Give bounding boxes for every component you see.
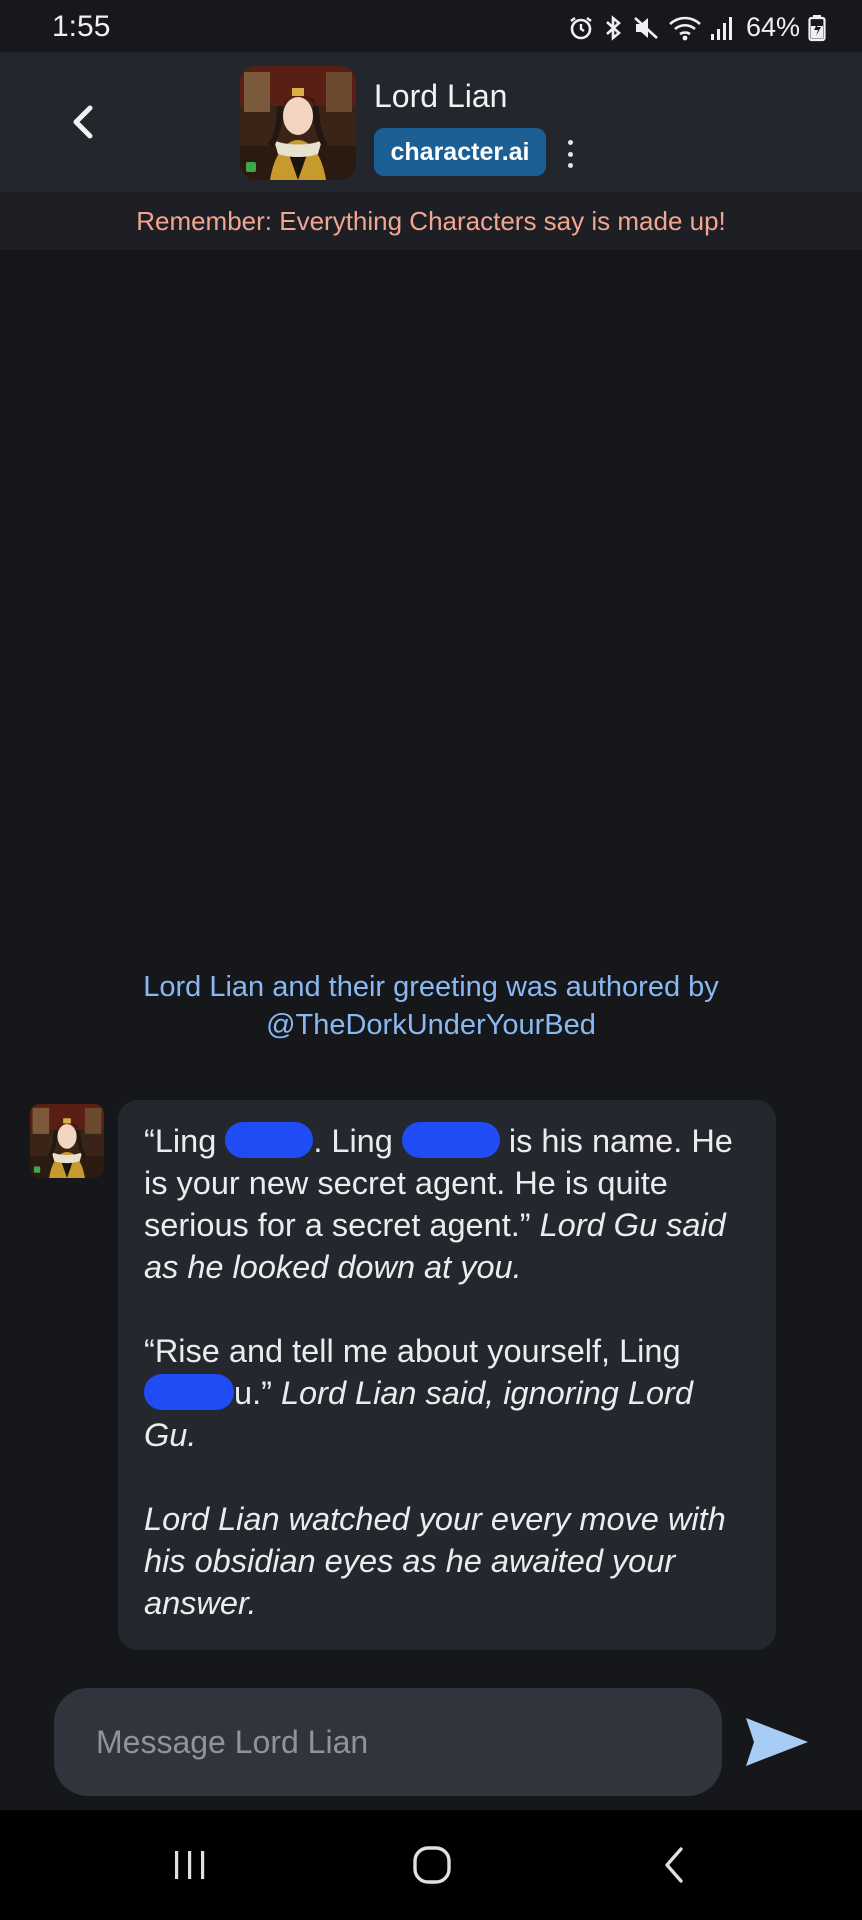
bluetooth-icon: [606, 14, 621, 41]
status-bar: 1:55 64%: [0, 0, 862, 52]
signal-icon: [710, 16, 732, 40]
battery-icon: [808, 14, 826, 41]
message-input[interactable]: [54, 1688, 722, 1796]
system-back-button[interactable]: [644, 1840, 704, 1890]
more-options-button[interactable]: [558, 138, 582, 170]
creator-handle-link[interactable]: @TheDorkUnderYourBed: [60, 1006, 802, 1044]
message-paragraph-2: “Rise and tell me about yourself, Ling u…: [144, 1333, 693, 1453]
back-button[interactable]: [62, 100, 106, 144]
character-message-bubble[interactable]: “Ling . Ling is his name. He is your new…: [118, 1100, 776, 1650]
alarm-icon: [570, 16, 592, 39]
more-vertical-icon: [567, 140, 573, 145]
system-nav-bar: [0, 1810, 862, 1920]
brand-badge[interactable]: character.ai: [374, 128, 546, 176]
mute-icon: [634, 16, 658, 39]
send-icon: [746, 1718, 808, 1766]
battery-percent: 64%: [745, 12, 800, 42]
status-icons: 64%: [568, 12, 826, 43]
redaction-mark: [144, 1374, 234, 1410]
message-paragraph-3: Lord Lian watched your every move with h…: [144, 1501, 726, 1621]
back-icon: [665, 1847, 683, 1883]
recents-button[interactable]: [160, 1840, 220, 1890]
character-name: Lord Lian: [374, 78, 508, 114]
chat-header: Lord Lian character.ai: [0, 52, 862, 192]
attribution-text: Lord Lian and their greeting was authore…: [143, 971, 719, 1003]
send-button[interactable]: [742, 1712, 812, 1772]
chevron-left-icon: [73, 105, 93, 139]
character-avatar[interactable]: [240, 66, 356, 180]
chat-area[interactable]: Lord Lian and their greeting was authore…: [0, 250, 862, 1810]
redaction-mark: [225, 1122, 314, 1158]
message-paragraph-1: “Ling . Ling is his name. He is your new…: [144, 1122, 733, 1285]
wifi-icon: [669, 16, 701, 40]
status-time: 1:55: [52, 10, 111, 43]
message-avatar[interactable]: [30, 1104, 104, 1178]
home-button[interactable]: [402, 1840, 462, 1890]
message-input-container: [54, 1688, 722, 1796]
disclaimer-banner: Remember: Everything Characters say is m…: [0, 192, 862, 250]
redaction-mark: [401, 1122, 500, 1158]
creator-attribution: Lord Lian and their greeting was authore…: [60, 968, 802, 1044]
home-icon: [413, 1846, 451, 1884]
recents-icon: [175, 1851, 205, 1879]
